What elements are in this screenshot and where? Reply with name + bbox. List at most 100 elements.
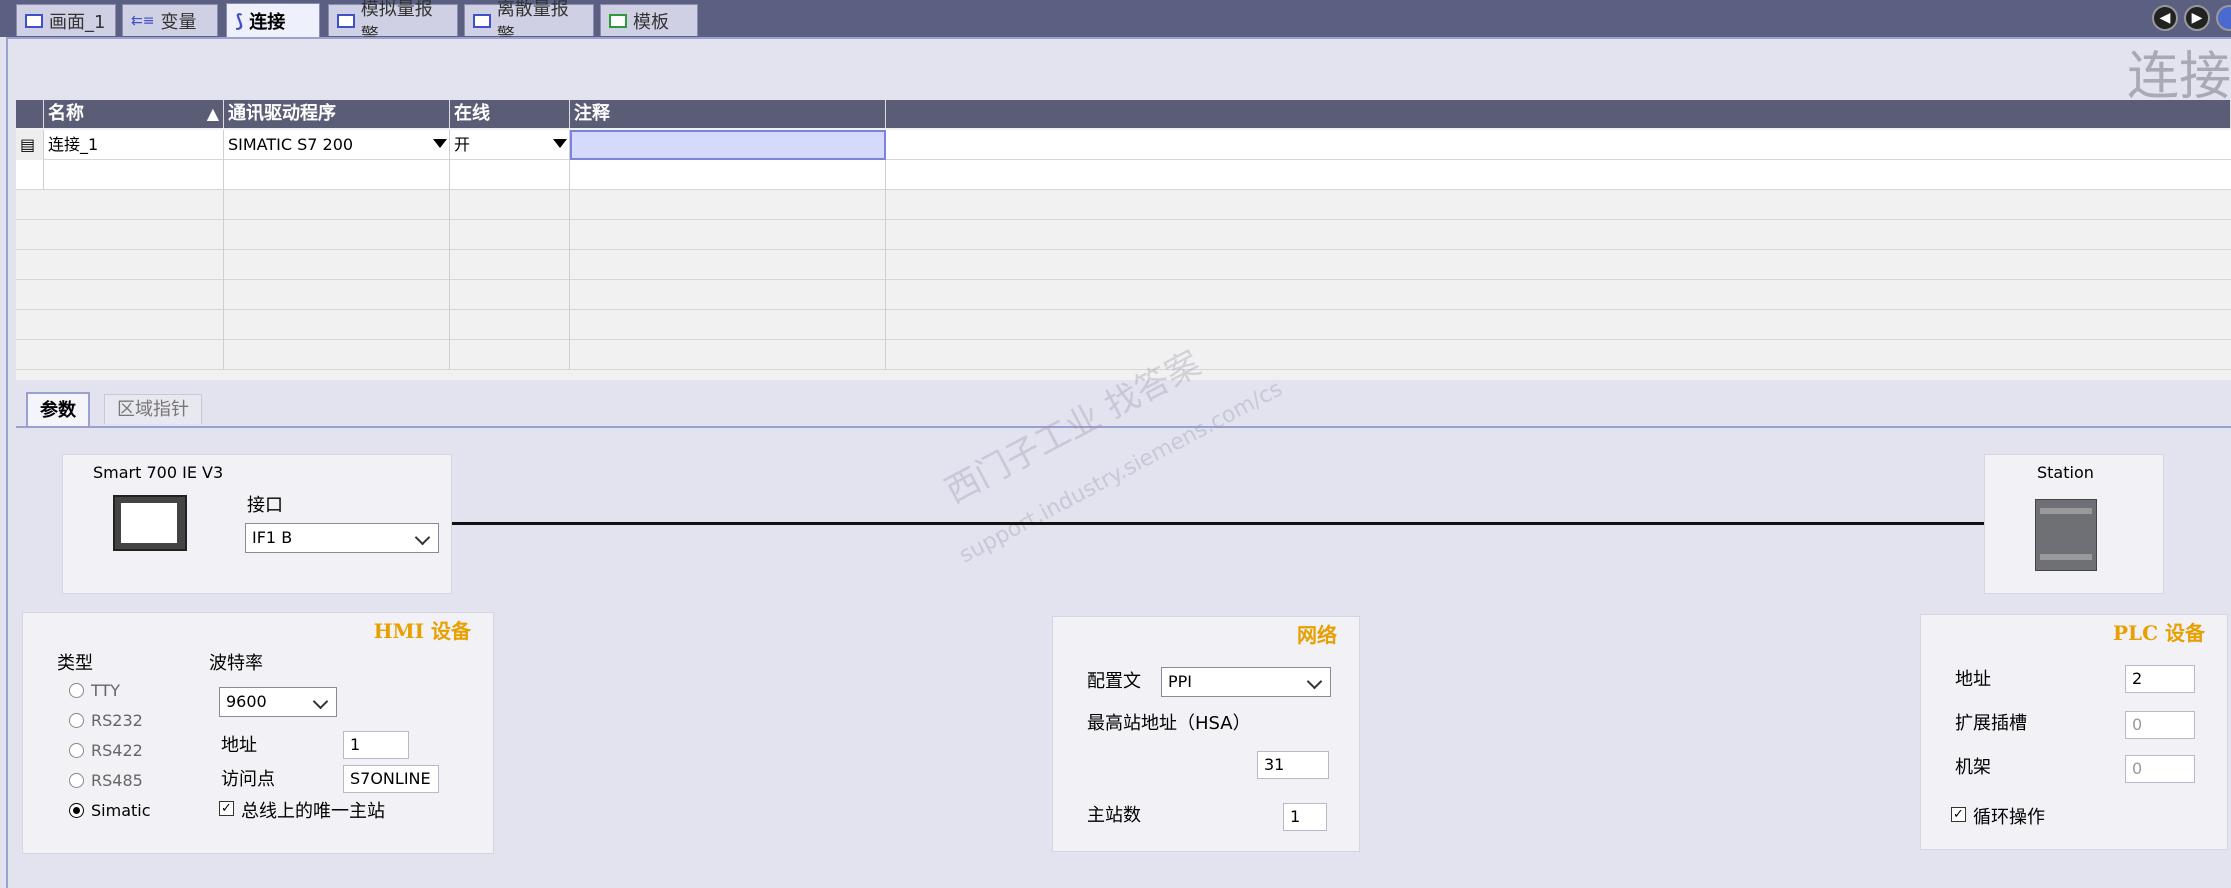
- radio-rs485[interactable]: [69, 773, 84, 788]
- radio-tty[interactable]: [69, 683, 84, 698]
- access-point-label: 访问点: [221, 769, 275, 790]
- rack-label: 机架: [1955, 757, 1991, 778]
- slot-field[interactable]: 0: [2125, 711, 2195, 739]
- tab-label: 连接: [249, 12, 286, 33]
- station-name: Station: [2037, 463, 2094, 482]
- table-row-empty: [16, 340, 2231, 370]
- tab-screen-1[interactable]: 画面_1: [16, 4, 116, 36]
- connection-icon: ⟆: [235, 10, 244, 32]
- analog-alarm-icon: [337, 13, 355, 28]
- tab-analog-alarms[interactable]: 模拟量报警: [328, 0, 458, 46]
- masters-label: 主站数: [1087, 805, 1141, 826]
- tab-label: 模板: [633, 11, 669, 33]
- header-label: 名称: [48, 103, 84, 124]
- subtab-parameters[interactable]: 参数: [26, 392, 90, 426]
- close-editor-button[interactable]: [2216, 5, 2231, 31]
- radio-rs232-label: RS232: [91, 711, 143, 730]
- tab-discrete-alarms[interactable]: 离散量报警: [464, 0, 594, 46]
- tab-connections[interactable]: ⟆ 连接: [226, 3, 320, 38]
- scroll-left-button[interactable]: ◀: [2152, 5, 2178, 31]
- profile-label: 配置文: [1087, 671, 1141, 692]
- table-row-empty: [16, 190, 2231, 220]
- comment-cell[interactable]: [570, 130, 886, 160]
- row-header-corner: [16, 100, 44, 128]
- column-header-comment[interactable]: 注释: [570, 100, 886, 128]
- connection-name-cell[interactable]: 连接_1: [44, 130, 224, 160]
- interface-select[interactable]: IF1 B: [245, 523, 439, 553]
- chevron-left-icon: ◀: [2159, 10, 2171, 26]
- driver-cell[interactable]: SIMATIC S7 200: [224, 130, 450, 160]
- plc-device-panel: PLC 设备 地址 2 扩展插槽 0 机架 0 ✓ 循环操作: [1920, 614, 2228, 850]
- hmi-address-field[interactable]: 1: [343, 731, 409, 759]
- tab-label: 画面_1: [49, 11, 106, 33]
- network-panel: 网络 配置文 PPI 最高站地址（HSA） 31 主站数 1: [1052, 616, 1360, 852]
- tab-tags[interactable]: ⇇≡ 变量: [122, 4, 218, 36]
- chevron-down-icon: [312, 693, 329, 710]
- radio-rs485-label: RS485: [91, 771, 143, 790]
- hmi-panel-title: HMI 设备: [373, 619, 471, 643]
- radio-simatic-label: Simatic: [91, 801, 151, 820]
- hsa-label: 最高站地址（HSA）: [1087, 713, 1251, 734]
- screen-icon: [25, 13, 43, 28]
- plc-station-icon: [2035, 499, 2097, 571]
- table-row-empty[interactable]: [16, 160, 2231, 190]
- type-label: 类型: [57, 653, 93, 674]
- network-line: [452, 522, 1984, 525]
- table-row-empty: [16, 250, 2231, 280]
- rack-field[interactable]: 0: [2125, 755, 2195, 783]
- station-box: Station: [1984, 454, 2164, 594]
- network-panel-title: 网络: [1297, 623, 1337, 647]
- baud-select[interactable]: 9600: [219, 687, 337, 717]
- profile-select[interactable]: PPI: [1161, 667, 1331, 697]
- scroll-right-button[interactable]: ▶: [2184, 5, 2210, 31]
- subtab-area-pointers[interactable]: 区域指针: [104, 394, 202, 424]
- column-header-driver[interactable]: 通讯驱动程序: [224, 100, 450, 128]
- hmi-address-label: 地址: [221, 735, 257, 756]
- online-cell[interactable]: 开: [450, 130, 570, 160]
- row-selector[interactable]: ▤: [16, 130, 44, 160]
- interface-value: IF1 B: [252, 528, 293, 547]
- plc-address-field[interactable]: 2: [2125, 665, 2195, 693]
- masters-field[interactable]: 1: [1283, 803, 1327, 831]
- cyclic-operation-label: 循环操作: [1973, 807, 2045, 828]
- table-row-empty: [16, 280, 2231, 310]
- dropdown-arrow-icon[interactable]: [433, 139, 447, 148]
- plc-panel-title: PLC 设备: [2113, 621, 2205, 645]
- table-row-empty: [16, 310, 2231, 340]
- hsa-field[interactable]: 31: [1257, 751, 1329, 779]
- access-point-field[interactable]: S7ONLINE: [343, 765, 439, 793]
- radio-tty-label: TTY: [91, 681, 121, 700]
- dropdown-arrow-icon[interactable]: [553, 139, 567, 148]
- interface-label: 接口: [247, 495, 283, 516]
- only-master-label: 总线上的唯一主站: [241, 801, 385, 822]
- editor-title: 连接: [2126, 47, 2231, 107]
- discrete-alarm-icon: [473, 13, 491, 28]
- radio-rs422-label: RS422: [91, 741, 143, 760]
- baud-value: 9600: [226, 692, 267, 711]
- tags-icon: ⇇≡: [131, 12, 155, 29]
- tab-templates[interactable]: 模板: [600, 4, 698, 36]
- driver-value: SIMATIC S7 200: [228, 135, 354, 154]
- radio-rs232[interactable]: [69, 713, 84, 728]
- connections-table: 名称 ▲ 通讯驱动程序 在线 注释 ▤ 连接_1 SIMATIC S7 200 …: [16, 100, 2231, 380]
- hmi-panel-icon: [113, 495, 187, 551]
- only-master-checkbox[interactable]: ✓: [219, 801, 234, 816]
- radio-rs422[interactable]: [69, 743, 84, 758]
- hmi-device-box: Smart 700 IE V3 接口 IF1 B: [62, 454, 452, 594]
- chevron-down-icon: [414, 529, 431, 546]
- template-icon: [609, 13, 627, 28]
- tab-label: 变量: [160, 11, 197, 33]
- table-row[interactable]: ▤ 连接_1 SIMATIC S7 200 开: [16, 130, 2231, 160]
- chevron-right-icon: ▶: [2191, 10, 2203, 26]
- radio-simatic[interactable]: [69, 803, 84, 818]
- table-row-empty: [16, 220, 2231, 250]
- row-handle-icon: ▤: [20, 135, 36, 154]
- column-header-filler: [886, 100, 2231, 128]
- column-header-online[interactable]: 在线: [450, 100, 570, 128]
- hmi-device-name: Smart 700 IE V3: [93, 463, 224, 482]
- cyclic-operation-checkbox[interactable]: ✓: [1951, 807, 1966, 822]
- slot-label: 扩展插槽: [1955, 713, 2027, 734]
- sort-ascending-icon: ▲: [206, 104, 219, 123]
- column-header-name[interactable]: 名称 ▲: [44, 100, 224, 128]
- subtab-divider: [16, 426, 2231, 428]
